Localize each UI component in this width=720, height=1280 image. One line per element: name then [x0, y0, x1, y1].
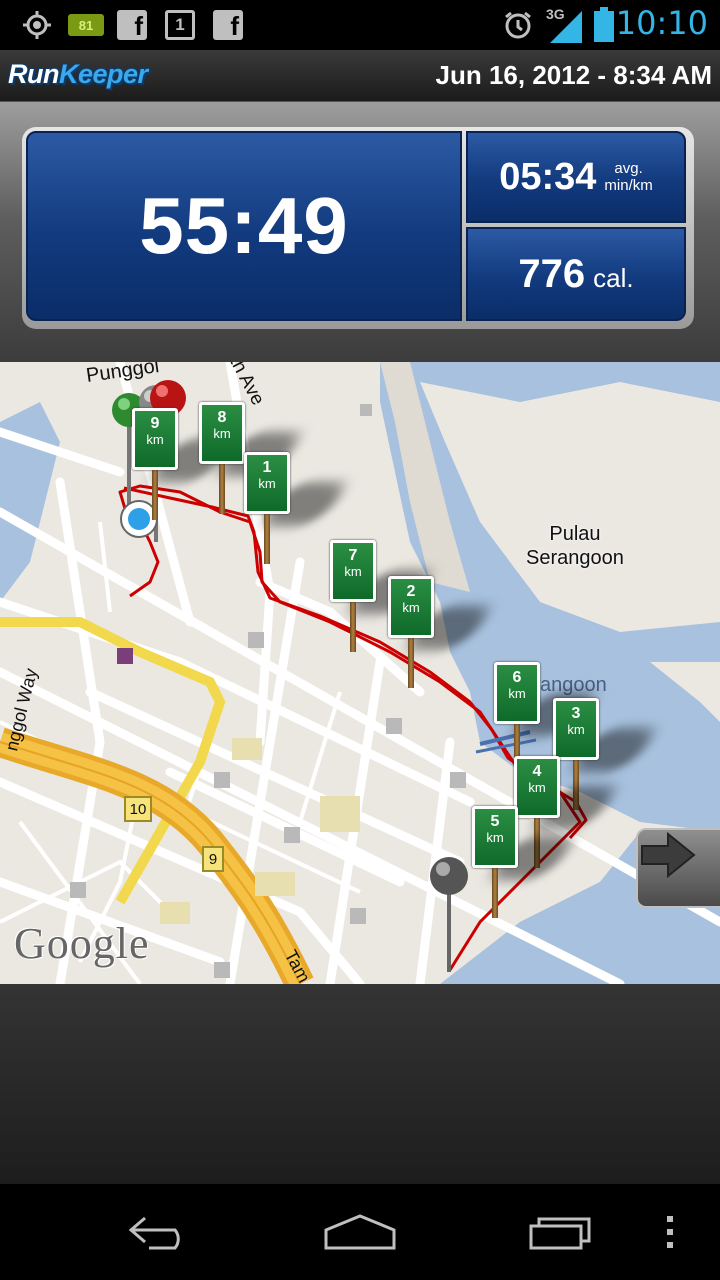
arrow-right-icon: [641, 831, 696, 879]
back-button[interactable]: [100, 1184, 220, 1280]
battery-icon: [590, 0, 618, 50]
gps-icon: [20, 0, 54, 50]
km-marker-3[interactable]: 3 km: [553, 698, 662, 810]
station-marker: [117, 648, 133, 664]
status-clock: 10:10: [615, 4, 708, 42]
km-marker-unit: km: [567, 722, 585, 737]
battery-widget-level: 81: [68, 14, 104, 36]
km-marker-number: 5: [490, 813, 500, 830]
content-empty-area: [0, 984, 720, 1184]
km-marker-unit: km: [402, 600, 420, 615]
km-marker-number: 4: [532, 763, 542, 780]
km-marker-number: 2: [406, 583, 416, 600]
back-icon: [128, 1216, 180, 1250]
logo-keeper: Keeper: [58, 59, 148, 89]
km-marker-unit: km: [508, 686, 526, 701]
km-marker-number: 1: [262, 459, 272, 476]
activity-date: Jun 16, 2012 - 8:34 AM: [435, 60, 713, 90]
recent-apps-button[interactable]: [502, 1184, 622, 1280]
island-label: Pulau Serangoon: [526, 522, 624, 570]
runkeeper-logo: RunKeeper: [8, 59, 148, 90]
next-arrow-button[interactable]: [636, 828, 720, 908]
recent-apps-icon: [529, 1217, 591, 1250]
logo-run: Run: [8, 59, 59, 89]
facebook-icon: f: [116, 0, 148, 50]
navigation-bar: [0, 1184, 720, 1280]
home-icon: [324, 1214, 396, 1250]
pace-unit-line1: avg.: [614, 160, 643, 177]
pace-tile: 05:34 avg. min/km: [466, 131, 686, 223]
km-marker-8[interactable]: 8 km: [199, 402, 308, 514]
stats-frame: 55:49 05:34 avg. min/km 776 cal.: [22, 127, 694, 329]
battery-widget-icon: 81: [66, 0, 106, 50]
km-marker-number: 9: [150, 415, 160, 432]
island-label-line2: Serangoon: [526, 547, 624, 569]
app-header: RunKeeper Jun 16, 2012 - 8:34 AM: [0, 50, 720, 102]
home-button[interactable]: [300, 1184, 420, 1280]
status-bar: 81 f 1 f 3G 10:10: [0, 0, 720, 50]
km-marker-9[interactable]: 9 km: [132, 408, 241, 520]
menu-button[interactable]: [620, 1184, 720, 1280]
km-marker-unit: km: [344, 564, 362, 579]
km-marker-number: 7: [348, 547, 358, 564]
km-marker-unit: km: [213, 426, 231, 441]
island-label-line1: Pulau: [549, 523, 601, 545]
route-map[interactable]: Punggol th Ave Pulau Serangoon angoon ng…: [0, 362, 720, 984]
km-marker-1[interactable]: 1 km: [244, 452, 353, 564]
km-marker-7[interactable]: 7 km: [330, 540, 439, 652]
km-marker-unit: km: [146, 432, 164, 447]
km-marker-number: 3: [571, 705, 581, 722]
calendar-icon: 1: [164, 0, 196, 50]
calories-tile: 776 cal.: [466, 227, 686, 321]
menu-icon: [667, 1216, 673, 1248]
km-marker-2[interactable]: 2 km: [388, 576, 497, 688]
stats-panel: 55:49 05:34 avg. min/km 776 cal.: [0, 102, 720, 362]
km-marker-number: 8: [217, 409, 227, 426]
km-marker-unit: km: [486, 830, 504, 845]
map-base: [0, 362, 720, 984]
pace-unit-line2: min/km: [604, 177, 653, 194]
alarm-icon: [500, 0, 536, 50]
calories-unit: cal.: [593, 262, 634, 293]
google-attribution: Google: [14, 919, 150, 968]
facebook-icon: f: [212, 0, 244, 50]
duration-tile: 55:49: [26, 131, 462, 321]
calories-value: 776: [518, 251, 586, 296]
km-marker-4[interactable]: 4 km: [514, 756, 623, 868]
km-marker-5[interactable]: 5 km: [472, 806, 581, 918]
signal-icon: 3G: [544, 0, 584, 50]
pace-value: 05:34: [499, 155, 597, 198]
km-marker-unit: km: [258, 476, 276, 491]
duration-value: 55:49: [139, 181, 349, 270]
km-marker-number: 6: [512, 669, 522, 686]
network-type: 3G: [546, 6, 565, 22]
route-shield-10: 10: [124, 796, 152, 822]
route-shield-9: 9: [202, 846, 224, 872]
pace-unit: avg. min/km: [604, 160, 652, 194]
km-marker-unit: km: [528, 780, 546, 795]
km-marker-6[interactable]: 6 km: [494, 662, 603, 774]
